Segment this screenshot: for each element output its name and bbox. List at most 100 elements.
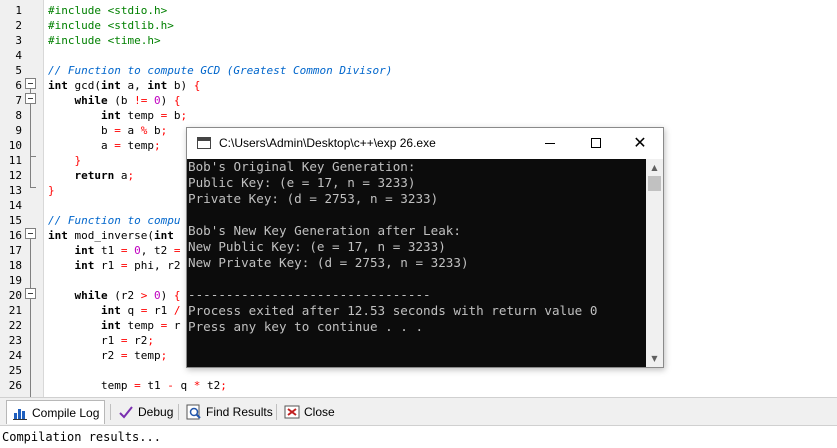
code-text: } [48,183,55,198]
console-title: C:\Users\Admin\Desktop\c++\exp 26.exe [219,136,436,150]
tab-close[interactable]: Close [279,400,340,424]
tab-debug[interactable]: Debug [113,400,178,424]
code-token: b [48,124,115,137]
code-token: int [153,229,174,242]
code-token: } [48,184,55,197]
code-token: t1 [140,379,168,392]
code-token: gcd( [67,79,101,92]
line-number: 5 [15,64,22,77]
code-token: (b [107,94,135,107]
line-number: 14 [8,199,22,212]
code-text: int t1 = 0, t2 = [48,243,181,258]
line-number: 10 [8,139,22,152]
code-token: temp [120,109,161,122]
code-text: #include <stdio.h> [48,3,167,18]
code-token: 0 [134,244,141,257]
tab-find-results[interactable]: Find Results [181,400,278,424]
code-token: q [120,304,141,317]
console-output-line: -------------------------------- [188,287,431,302]
code-line[interactable]: 6 int gcd(int a, int b) { [0,78,837,93]
code-text: #include <time.h> [48,33,161,48]
code-token: int [74,259,95,272]
code-text: // Function to compute GCD (Greatest Com… [48,63,392,78]
code-token: int [100,304,121,317]
code-line[interactable]: 5 // Function to compute GCD (Greatest Co… [0,63,837,78]
tab-separator [178,404,179,420]
code-token: r1 [48,334,121,347]
code-line[interactable]: 26 temp = t1 - q * t2; [0,378,837,393]
code-token: mod_inverse( [67,229,154,242]
code-token: { [193,79,201,92]
console-window[interactable]: C:\Users\Admin\Desktop\c++\exp 26.exe ✕ … [186,127,664,368]
console-output[interactable]: Bob's Original Key Generation: Public Key… [187,159,663,367]
code-token: ; [160,349,168,362]
maximize-button[interactable] [573,128,619,158]
code-token: ; [147,334,154,347]
close-panel-icon [284,404,300,420]
code-token: 0 [154,289,161,302]
code-token: r1 [147,304,174,317]
code-text: return a; [48,168,135,183]
code-token: a [114,169,128,182]
code-text: int r1 = phi, r2 [48,258,181,273]
line-number: 8 [15,109,22,122]
console-output-line: Bob's New Key Generation after Leak: [188,223,461,238]
code-token: temp [127,349,161,362]
scroll-up-arrow-icon[interactable]: ▲ [646,159,663,176]
tab-separator [276,404,277,420]
code-line[interactable]: 8 int temp = b; [0,108,837,123]
code-line[interactable]: 2 #include <stdlib.h> [0,18,837,33]
code-token: ; [153,139,161,152]
code-token: r2 [48,349,121,362]
code-line[interactable]: 4 [0,48,837,63]
line-number: 17 [8,244,22,257]
scroll-down-arrow-icon[interactable]: ▼ [646,350,663,367]
code-text: temp = t1 - q * t2; [48,378,227,393]
code-text: r1 = r2; [48,333,154,348]
code-line[interactable]: 1 #include <stdio.h> [0,3,837,18]
line-number: 23 [8,334,22,347]
console-titlebar[interactable]: C:\Users\Admin\Desktop\c++\exp 26.exe ✕ [187,128,663,159]
code-text: int mod_inverse(int [48,228,174,243]
line-number: 16 [8,229,22,242]
close-button[interactable]: ✕ [617,128,663,158]
code-token: r2 [127,334,148,347]
code-text: #include <stdlib.h> [48,18,174,33]
scrollbar-thumb[interactable] [648,176,661,191]
code-text: int temp = r [48,318,181,333]
line-number: 21 [8,304,22,317]
code-token: a [120,124,141,137]
code-text: int temp = b; [48,108,187,123]
code-line[interactable]: 7 while (b != 0) { [0,93,837,108]
code-token: { [173,289,181,302]
code-token: int [100,109,121,122]
code-text: int q = r1 / [48,303,181,318]
console-output-line: Public Key: (e = 17, n = 3233) [188,175,416,190]
code-token: q [173,379,194,392]
code-token: while [74,289,108,302]
compile-log-output: Compilation results... [0,426,837,448]
console-scrollbar[interactable]: ▲ ▼ [646,159,663,367]
tab-label: Close [304,405,335,419]
code-line[interactable]: 3 #include <time.h> [0,33,837,48]
code-text: while (r2 > 0) { [48,288,181,303]
code-token: ) [160,289,174,302]
console-output-line: Bob's Original Key Generation: [188,159,416,174]
console-output-line: New Private Key: (d = 2753, n = 3233) [188,255,469,270]
tab-compile-log[interactable]: Compile Log [6,400,106,424]
code-token: int [100,319,121,332]
line-number: 20 [8,289,22,302]
minimize-button[interactable] [527,128,573,158]
code-token: b [167,109,181,122]
code-token: 0 [154,94,161,107]
console-output-line: Press any key to continue . . . [188,319,424,334]
code-token: temp [48,379,135,392]
code-token: , t2 [140,244,174,257]
